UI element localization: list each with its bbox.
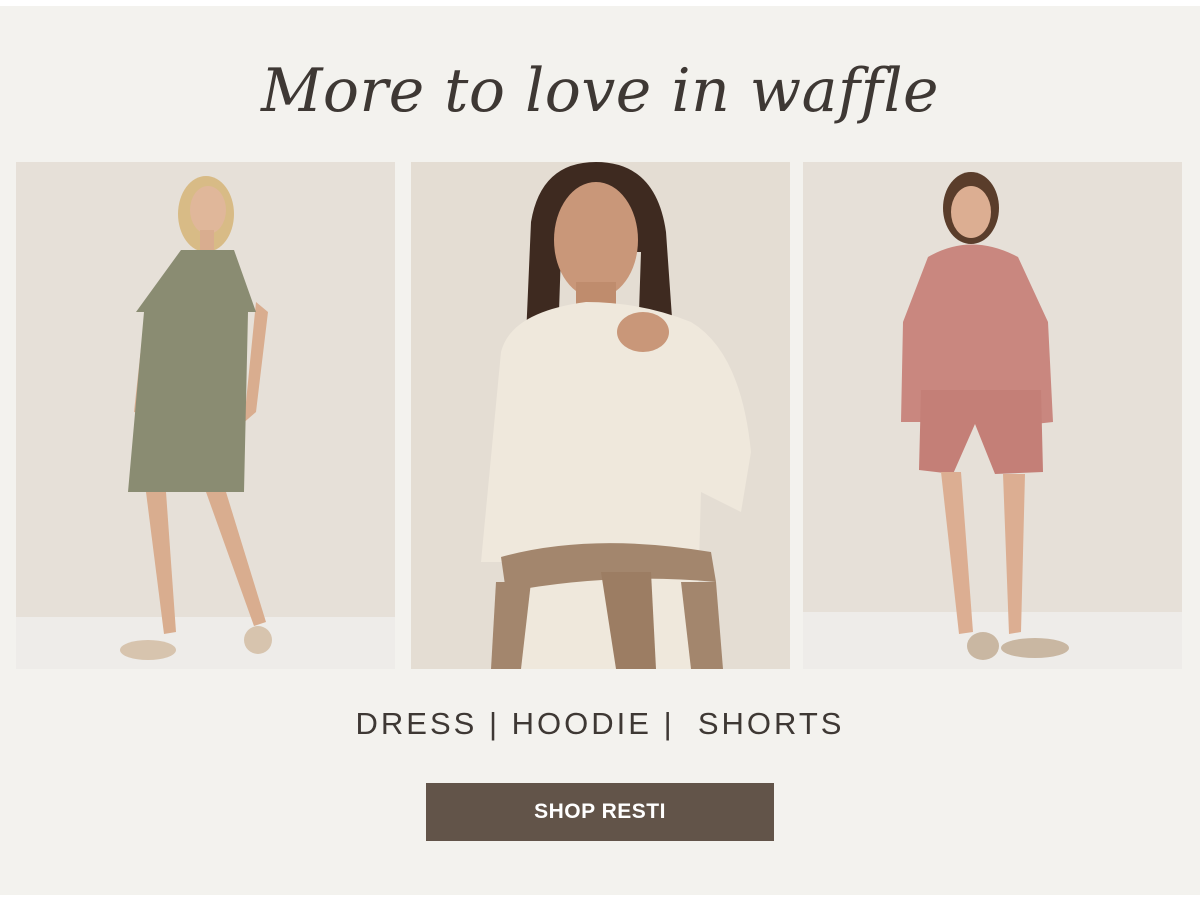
- hoodie-link[interactable]: HOODIE: [512, 706, 652, 741]
- dress-link[interactable]: DRESS: [356, 706, 478, 741]
- hoodie-photo[interactable]: [411, 162, 790, 669]
- shorts-photo[interactable]: [803, 162, 1182, 669]
- link-separator: |: [663, 706, 675, 741]
- hoodie-image: [411, 162, 790, 669]
- shorts-link[interactable]: SHORTS: [698, 706, 845, 741]
- email-panel: More to love in waffle DRESS | HOODIE | …: [0, 6, 1200, 895]
- product-links: DRESS | HOODIE | SHORTS: [0, 706, 1200, 742]
- dress-image: [16, 162, 395, 669]
- shop-resti-button[interactable]: SHOP RESTI: [426, 783, 774, 841]
- shorts-image: [803, 162, 1182, 669]
- dress-photo[interactable]: [16, 162, 395, 669]
- headline: More to love in waffle: [260, 56, 940, 126]
- link-separator: |: [488, 706, 501, 741]
